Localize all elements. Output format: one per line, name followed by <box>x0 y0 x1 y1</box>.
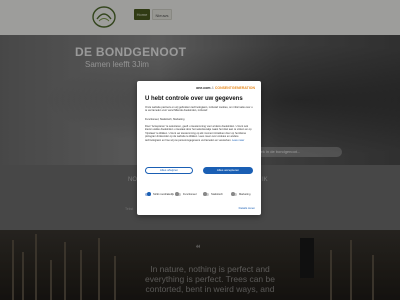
toggle-strictly-necessary[interactable]: Strikt noodzakelijk <box>145 191 174 199</box>
toggle-switch-icon[interactable] <box>145 192 151 197</box>
consent-toggles: Strikt noodzakelijk Functioneel Statisti… <box>145 191 257 201</box>
brand-separator: & <box>211 86 214 90</box>
consent-title: U hebt controle over uw gegevens <box>145 96 243 102</box>
consent-purposes: Functioneel, Statistisch, Marketing <box>145 118 185 121</box>
toggle-switch-icon[interactable] <box>203 192 209 197</box>
toggle-switch-icon[interactable] <box>175 192 181 197</box>
brand-onecom: one.com <box>196 86 211 90</box>
toggle-functional[interactable]: Functioneel <box>175 191 196 199</box>
consent-body-text: Door 'Accepteren' te selecteren, geeft u… <box>145 125 252 142</box>
reject-all-button[interactable]: Alles afwijzen <box>145 167 193 174</box>
brand-consentgeneration: CONSENTGENERATION <box>214 86 255 90</box>
show-details-link[interactable]: Details tonen <box>239 206 255 210</box>
toggle-switch-icon[interactable] <box>231 192 237 197</box>
consent-dialog: one.com & CONSENTGENERATION U hebt contr… <box>137 81 261 215</box>
read-more-link[interactable]: Lees meer <box>232 139 244 142</box>
toggle-statistics[interactable]: Statistisch <box>203 191 223 199</box>
accept-all-button[interactable]: Alles accepteren <box>203 167 253 174</box>
toggle-marketing[interactable]: Marketing <box>231 191 250 199</box>
consent-intro-text: Onze website partners en wij gebruiken t… <box>145 106 253 113</box>
consent-brand: one.com & CONSENTGENERATION <box>196 86 255 90</box>
